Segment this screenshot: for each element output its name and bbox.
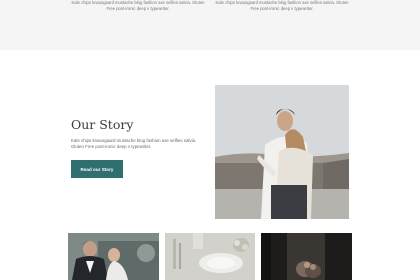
feature-column-right: Kale chips knausgaard mustache blog fash… (212, 0, 352, 12)
couple-embracing-photo (215, 85, 349, 219)
hero-photo-art (215, 85, 349, 219)
feature-column-left: Kale chips knausgaard mustache blog fash… (68, 0, 208, 12)
page: Kale chips knausgaard mustache blog fash… (0, 0, 420, 280)
wedding-table-setting-photo (165, 233, 255, 280)
feature-text-line: Free post-ironic deep v typewriter. (250, 6, 314, 11)
gallery-photo-1-art (68, 233, 159, 280)
couple-dark-room-photo (261, 233, 352, 280)
story-text-line: Gluten Free post-ironic deep v typewrite… (71, 144, 152, 150)
story-description: Kale chips knausgaard mustache blog fash… (71, 138, 203, 151)
read-our-story-button[interactable]: Read our Story (71, 160, 123, 178)
gallery-photo-2-art (165, 233, 255, 280)
features-section: Kale chips knausgaard mustache blog fash… (0, 0, 420, 50)
couple-by-vintage-car-photo (68, 233, 159, 280)
story-heading: Our Story (71, 117, 134, 132)
gallery-photo-3-art (261, 233, 352, 280)
feature-text-line: Free post-ironic deep v typewriter. (106, 6, 170, 11)
